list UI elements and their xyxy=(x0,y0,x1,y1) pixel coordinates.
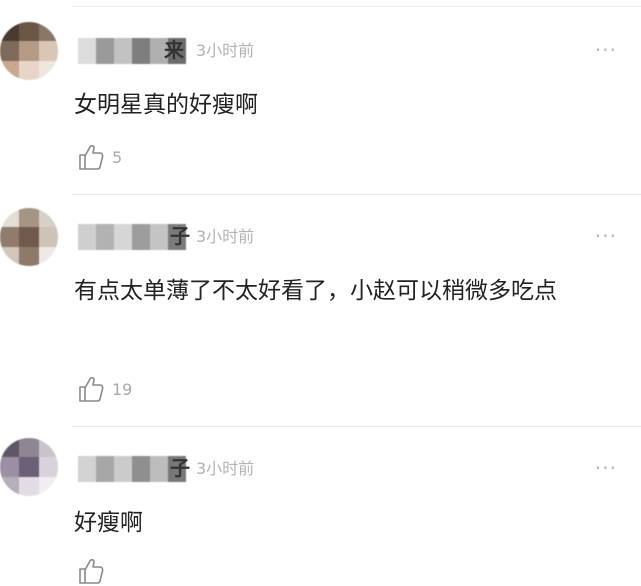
avatar-mosaic-tile xyxy=(0,246,20,266)
avatar[interactable] xyxy=(0,438,58,496)
avatar-mosaic-tile xyxy=(38,438,58,458)
avatar-mosaic-tile xyxy=(0,22,20,42)
avatar[interactable] xyxy=(0,208,58,266)
comment-timestamp: 3小时前 xyxy=(196,227,255,246)
username-mosaic-tile xyxy=(114,456,132,482)
thumbs-up-icon xyxy=(79,558,104,584)
like-button[interactable]: 5 xyxy=(78,142,122,172)
username-mosaic-tile xyxy=(132,224,150,250)
comment-text: 女明星真的好瘦啊 xyxy=(74,92,258,118)
username-mosaic-tile xyxy=(78,224,96,250)
like-button[interactable] xyxy=(78,556,112,586)
avatar-mosaic-tile xyxy=(38,22,58,42)
divider xyxy=(72,426,641,427)
more-options-icon[interactable]: ··· xyxy=(595,226,617,246)
avatar-mosaic-tile xyxy=(0,208,20,228)
avatar-mosaic-tile xyxy=(38,60,58,80)
thumbs-up-icon xyxy=(79,376,104,402)
username-mosaic-tile xyxy=(150,456,168,482)
username-visible-char[interactable]: 子 xyxy=(170,223,190,249)
avatar-mosaic-tile xyxy=(19,60,39,80)
avatar-mosaic-tile xyxy=(38,246,58,266)
thumbs-up-icon xyxy=(79,144,104,170)
username-mosaic-tile xyxy=(96,38,114,64)
username-mosaic-tile xyxy=(96,224,114,250)
avatar-mosaic-tile xyxy=(38,41,58,61)
top-divider xyxy=(72,6,641,7)
more-options-icon[interactable]: ··· xyxy=(595,40,617,60)
avatar-mosaic-tile xyxy=(19,227,39,247)
comment-timestamp: 3小时前 xyxy=(196,459,255,478)
avatar-mosaic-tile xyxy=(0,227,20,247)
username-visible-char[interactable]: 来 xyxy=(164,37,184,63)
avatar[interactable] xyxy=(0,22,58,80)
divider xyxy=(72,194,641,195)
avatar-mosaic-tile xyxy=(0,41,20,61)
username-mosaic-tile xyxy=(132,456,150,482)
avatar-mosaic-tile xyxy=(0,476,20,496)
avatar-mosaic-tile xyxy=(0,457,20,477)
avatar-mosaic-tile xyxy=(19,476,39,496)
username-visible-char[interactable]: 子 xyxy=(170,455,190,481)
avatar-mosaic-tile xyxy=(19,246,39,266)
avatar-mosaic-tile xyxy=(0,438,20,458)
avatar-mosaic-tile xyxy=(19,41,39,61)
like-count: 19 xyxy=(112,379,133,399)
avatar-mosaic-tile xyxy=(19,457,39,477)
comment-text: 好瘦啊 xyxy=(74,510,143,536)
comment-timestamp: 3小时前 xyxy=(196,41,255,60)
avatar-mosaic-tile xyxy=(38,208,58,228)
username-mosaic-tile xyxy=(114,38,132,64)
avatar-mosaic-tile xyxy=(19,22,39,42)
avatar-mosaic-tile xyxy=(38,476,58,496)
avatar-mosaic-tile xyxy=(38,457,58,477)
username-mosaic-tile xyxy=(114,224,132,250)
more-options-icon[interactable]: ··· xyxy=(595,458,617,478)
avatar-mosaic-tile xyxy=(0,60,20,80)
avatar-mosaic-tile xyxy=(19,438,39,458)
username-mosaic-tile xyxy=(150,224,168,250)
avatar-mosaic-tile xyxy=(38,227,58,247)
avatar-mosaic-tile xyxy=(19,208,39,228)
username-mosaic-tile xyxy=(96,456,114,482)
comment-text: 有点太单薄了不太好看了，小赵可以稍微多吃点 xyxy=(74,278,557,304)
username-mosaic-tile xyxy=(132,38,150,64)
username-mosaic-tile xyxy=(78,456,96,482)
like-button[interactable]: 19 xyxy=(78,374,132,404)
username-mosaic-tile xyxy=(78,38,96,64)
like-count: 5 xyxy=(112,147,123,167)
